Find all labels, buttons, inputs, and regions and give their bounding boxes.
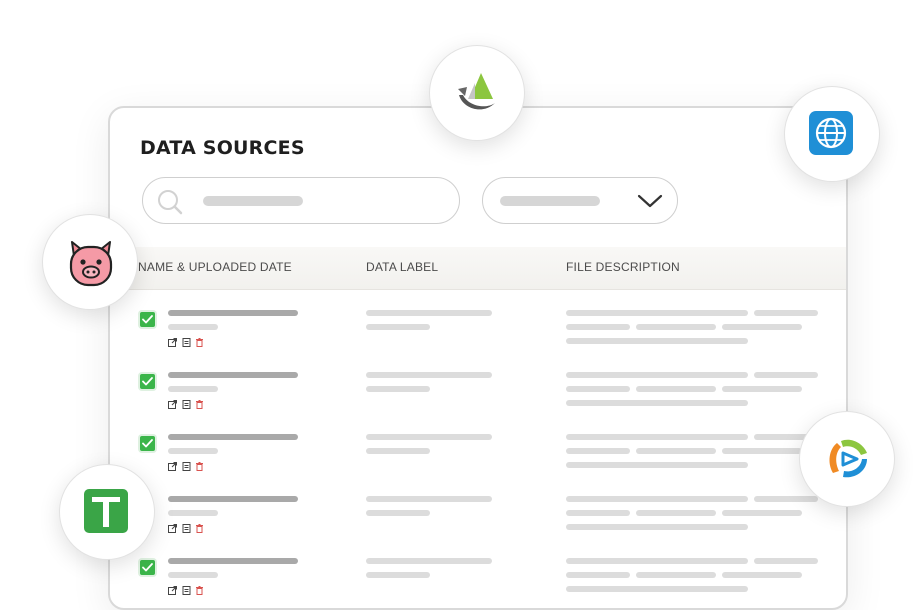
- page-title: DATA SOURCES: [140, 137, 305, 159]
- description-skeleton: [754, 558, 818, 564]
- table-row[interactable]: [110, 496, 846, 558]
- table-row[interactable]: [110, 558, 846, 608]
- date-skeleton: [168, 324, 218, 330]
- sail-logo-icon: [458, 73, 495, 110]
- description-skeleton: [636, 448, 716, 454]
- description-skeleton: [566, 400, 748, 406]
- integration-badge-swirl[interactable]: [799, 411, 895, 507]
- filter-select[interactable]: [482, 177, 678, 224]
- description-skeleton: [722, 386, 802, 392]
- check-icon: [142, 439, 153, 448]
- trash-icon[interactable]: [195, 462, 204, 471]
- globe-icon: [809, 111, 853, 155]
- description-skeleton: [566, 372, 748, 378]
- search-input[interactable]: [142, 177, 460, 224]
- description-skeleton: [754, 310, 818, 316]
- table-row[interactable]: [110, 372, 846, 434]
- check-icon: [142, 377, 153, 386]
- open-external-icon[interactable]: [168, 338, 177, 347]
- chevron-down-icon: [637, 194, 663, 208]
- open-external-icon[interactable]: [168, 586, 177, 595]
- name-skeleton: [168, 558, 298, 564]
- table-row[interactable]: [110, 310, 846, 372]
- description-skeleton: [636, 510, 716, 516]
- document-icon[interactable]: [182, 338, 191, 347]
- check-icon: [142, 315, 153, 324]
- document-icon[interactable]: [182, 462, 191, 471]
- description-skeleton: [722, 448, 802, 454]
- integration-badge-pig[interactable]: [42, 214, 138, 310]
- pig-icon: [69, 241, 113, 287]
- description-skeleton: [566, 586, 748, 592]
- label-skeleton: [366, 496, 492, 502]
- row-checkbox[interactable]: [140, 312, 155, 327]
- trash-icon[interactable]: [195, 338, 204, 347]
- row-checkbox[interactable]: [140, 374, 155, 389]
- trash-icon[interactable]: [195, 524, 204, 533]
- open-external-icon[interactable]: [168, 462, 177, 471]
- integration-badge-sheets[interactable]: [59, 464, 155, 560]
- integration-badge-globe[interactable]: [784, 86, 880, 182]
- description-skeleton: [566, 572, 630, 578]
- description-skeleton: [566, 434, 748, 440]
- table-header: NAME & UPLOADED DATE DATA LABEL FILE DES…: [110, 247, 846, 290]
- description-skeleton: [566, 386, 630, 392]
- name-skeleton: [168, 372, 298, 378]
- integration-badge-sail[interactable]: [429, 45, 525, 141]
- description-skeleton: [636, 324, 716, 330]
- description-skeleton: [566, 448, 630, 454]
- name-skeleton: [168, 310, 298, 316]
- row-checkbox[interactable]: [140, 560, 155, 575]
- label-skeleton: [366, 386, 430, 392]
- swirl-logo-icon: [829, 439, 867, 478]
- trash-icon[interactable]: [195, 400, 204, 409]
- date-skeleton: [168, 386, 218, 392]
- date-skeleton: [168, 448, 218, 454]
- description-skeleton: [636, 572, 716, 578]
- column-header-label[interactable]: DATA LABEL: [366, 260, 438, 274]
- open-external-icon[interactable]: [168, 400, 177, 409]
- description-skeleton: [754, 496, 818, 502]
- description-skeleton: [566, 510, 630, 516]
- description-skeleton: [566, 558, 748, 564]
- date-skeleton: [168, 572, 218, 578]
- table-row[interactable]: [110, 434, 846, 496]
- green-cross-icon: [84, 489, 128, 533]
- check-icon: [142, 563, 153, 572]
- open-external-icon[interactable]: [168, 524, 177, 533]
- data-sources-card: DATA SOURCES NAME & UPLOADED DATE DATA L…: [108, 106, 848, 610]
- description-skeleton: [722, 572, 802, 578]
- label-skeleton: [366, 372, 492, 378]
- name-skeleton: [168, 434, 298, 440]
- column-header-description[interactable]: FILE DESCRIPTION: [566, 260, 680, 274]
- label-skeleton: [366, 434, 492, 440]
- description-skeleton: [566, 310, 748, 316]
- label-skeleton: [366, 324, 430, 330]
- trash-icon[interactable]: [195, 586, 204, 595]
- row-checkbox[interactable]: [140, 436, 155, 451]
- label-skeleton: [366, 448, 430, 454]
- search-icon: [158, 190, 183, 215]
- description-skeleton: [566, 524, 748, 530]
- description-skeleton: [566, 338, 748, 344]
- label-skeleton: [366, 510, 430, 516]
- date-skeleton: [168, 510, 218, 516]
- document-icon[interactable]: [182, 400, 191, 409]
- description-skeleton: [636, 386, 716, 392]
- description-skeleton: [754, 372, 818, 378]
- document-icon[interactable]: [182, 586, 191, 595]
- description-skeleton: [566, 324, 630, 330]
- name-skeleton: [168, 496, 298, 502]
- description-skeleton: [722, 510, 802, 516]
- label-skeleton: [366, 310, 492, 316]
- select-placeholder: [500, 196, 600, 206]
- label-skeleton: [366, 558, 492, 564]
- column-header-name[interactable]: NAME & UPLOADED DATE: [138, 260, 292, 274]
- description-skeleton: [722, 324, 802, 330]
- description-skeleton: [566, 496, 748, 502]
- label-skeleton: [366, 572, 430, 578]
- document-icon[interactable]: [182, 524, 191, 533]
- description-skeleton: [566, 462, 748, 468]
- search-placeholder: [203, 196, 303, 206]
